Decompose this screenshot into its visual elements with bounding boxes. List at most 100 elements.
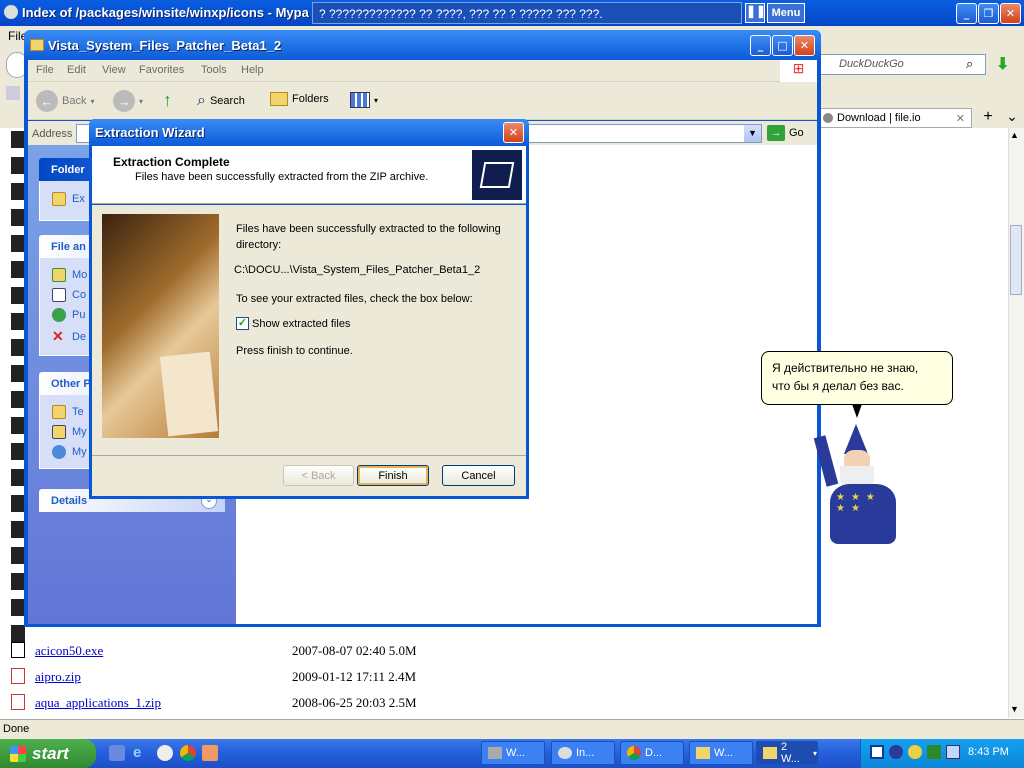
file-date: 2009-01-12 17:11	[292, 669, 386, 684]
go-arrow-icon: →	[767, 125, 785, 141]
publish-task[interactable]: Pu	[52, 308, 85, 322]
windows-flag-icon	[10, 745, 26, 762]
delete-task[interactable]: ✕ De	[52, 328, 86, 345]
documents-icon	[52, 425, 66, 439]
other-places-title: Other P	[51, 378, 91, 390]
media-player-icon[interactable]	[157, 745, 173, 761]
scroll-down-arrow[interactable]: ▼	[1010, 704, 1019, 714]
my-documents-place[interactable]: My	[52, 425, 87, 439]
tab-favicon	[823, 113, 833, 123]
file-date: 2007-08-07 02:40	[292, 643, 386, 658]
page-scrollbar-thumb[interactable]	[1010, 225, 1022, 295]
speech-line-2: что бы я делал без вас.	[772, 379, 904, 393]
task-label: 2 W...	[780, 741, 800, 765]
ie-icon[interactable]: e	[133, 745, 149, 761]
search-placeholder: DuckDuckGo	[839, 58, 904, 70]
file-link[interactable]: acicon50.exe	[35, 643, 103, 659]
menu-favorites[interactable]: Favorites	[139, 64, 184, 76]
file-size: 2.5M	[388, 695, 417, 710]
back-button[interactable]: < Back	[283, 465, 354, 486]
cancel-button[interactable]: Cancel	[442, 465, 515, 486]
copy-icon	[52, 288, 66, 302]
chrome-icon[interactable]	[180, 745, 196, 761]
explorer-minimize-button[interactable]: _	[750, 35, 771, 56]
windows-logo-icon: ⊞	[780, 60, 817, 82]
merlin-character[interactable]: ★★★ ★★	[813, 424, 898, 546]
overlay-menu-button[interactable]: Menu	[767, 3, 805, 23]
tab-list-button[interactable]: ⌄	[1002, 108, 1022, 128]
search-icon[interactable]: ⌕	[966, 56, 973, 72]
start-button[interactable]: start	[0, 739, 96, 768]
paint-icon[interactable]	[202, 745, 218, 761]
wizard-close-button[interactable]: ✕	[503, 122, 524, 143]
file-date: 2008-06-25 20:03	[292, 695, 386, 710]
quicklaunch-app-icon[interactable]	[109, 745, 125, 761]
browser-search-box[interactable]: DuckDuckGo	[820, 54, 986, 75]
overlay-menu-label: Menu	[771, 7, 801, 19]
tray-app-icon[interactable]	[908, 745, 922, 759]
back-button[interactable]: ← Back ▾	[36, 90, 94, 112]
show-files-label[interactable]: Show extracted files	[252, 318, 350, 330]
views-button[interactable]: ▾	[350, 92, 378, 108]
browser-close-button[interactable]: ✕	[1000, 3, 1021, 24]
overlay-text: ? ????????????? ?? ????, ??? ?? ? ????? …	[319, 7, 603, 21]
show-files-checkbox[interactable]: ✓	[236, 317, 249, 330]
cancel-label: Cancel	[461, 469, 496, 482]
publish-label: Pu	[72, 309, 86, 321]
task-icon	[488, 747, 502, 759]
wizard-path: C:\DOCU...\Vista_System_Files_Patcher_Be…	[234, 264, 481, 276]
move-task[interactable]: Mo	[52, 268, 87, 282]
menu-help[interactable]: Help	[241, 64, 264, 76]
menu-file[interactable]: File	[36, 64, 54, 76]
forward-button[interactable]: → ▾	[113, 90, 143, 112]
copy-task[interactable]: Co	[52, 288, 86, 302]
menu-edit[interactable]: Edit	[67, 64, 86, 76]
download-arrow-icon[interactable]: ⬇	[996, 54, 1018, 74]
search-button[interactable]: ⌕ Search	[197, 92, 245, 110]
browser-app-icon	[4, 5, 18, 19]
browser-tab[interactable]: Download | file.io ✕	[818, 108, 972, 128]
browser-minimize-button[interactable]: _	[956, 3, 977, 24]
tray-status-icon[interactable]	[927, 745, 941, 759]
browser-maximize-button[interactable]: ❐	[978, 3, 999, 24]
clock[interactable]: 8:43 PM	[968, 746, 1009, 758]
taskbar-task[interactable]: W...	[481, 741, 545, 765]
pause-button[interactable]: ❚❚	[745, 3, 766, 23]
explorer-close-button[interactable]: ✕	[794, 35, 815, 56]
finish-label: Finish	[378, 469, 408, 482]
folder-tasks-title: Folder	[51, 164, 85, 176]
temp-place[interactable]: Te	[52, 405, 84, 419]
browser-sidebar-icon[interactable]	[6, 86, 20, 100]
new-tab-button[interactable]: +	[977, 108, 999, 128]
address-label: Address	[32, 128, 73, 140]
folders-button[interactable]: Folders	[270, 92, 329, 106]
extract-task[interactable]: Ex	[52, 192, 85, 206]
file-link[interactable]: aipro.zip	[35, 669, 81, 685]
explorer-toolbar	[28, 82, 817, 120]
views-dropdown-icon: ▾	[374, 95, 379, 105]
tab-close-icon[interactable]: ✕	[956, 112, 965, 125]
menu-tools[interactable]: Tools	[201, 64, 227, 76]
finish-button[interactable]: Finish	[357, 465, 429, 486]
page-scrollbar[interactable]	[1008, 128, 1024, 718]
tray-merlin-icon[interactable]	[889, 745, 903, 759]
file-size: 2.4M	[388, 669, 417, 684]
go-button[interactable]: → Go	[767, 125, 804, 141]
address-dropdown-button[interactable]: ▼	[744, 125, 761, 142]
taskbar-task[interactable]: W...	[689, 741, 753, 765]
scroll-up-arrow[interactable]: ▲	[1010, 130, 1019, 140]
overlay-text-bar: ? ????????????? ?? ????, ??? ?? ? ????? …	[312, 2, 742, 24]
tray-network-icon[interactable]	[946, 745, 960, 759]
folder-page-icon	[479, 162, 515, 188]
folder-icon	[52, 405, 66, 419]
taskbar-task-active[interactable]: 2 W... ▾	[756, 741, 818, 765]
tray-language-icon[interactable]	[870, 745, 884, 759]
up-folder-button[interactable]: ↑	[163, 90, 183, 112]
menu-view[interactable]: View	[102, 64, 126, 76]
explorer-title: Vista_System_Files_Patcher_Beta1_2	[48, 38, 282, 53]
explorer-maximize-button[interactable]: □	[772, 35, 793, 56]
file-link[interactable]: aqua_applications_1.zip	[35, 695, 161, 711]
taskbar-task[interactable]: In...	[551, 741, 615, 765]
taskbar-task[interactable]: D...	[620, 741, 684, 765]
my-network-place[interactable]: My	[52, 445, 87, 459]
